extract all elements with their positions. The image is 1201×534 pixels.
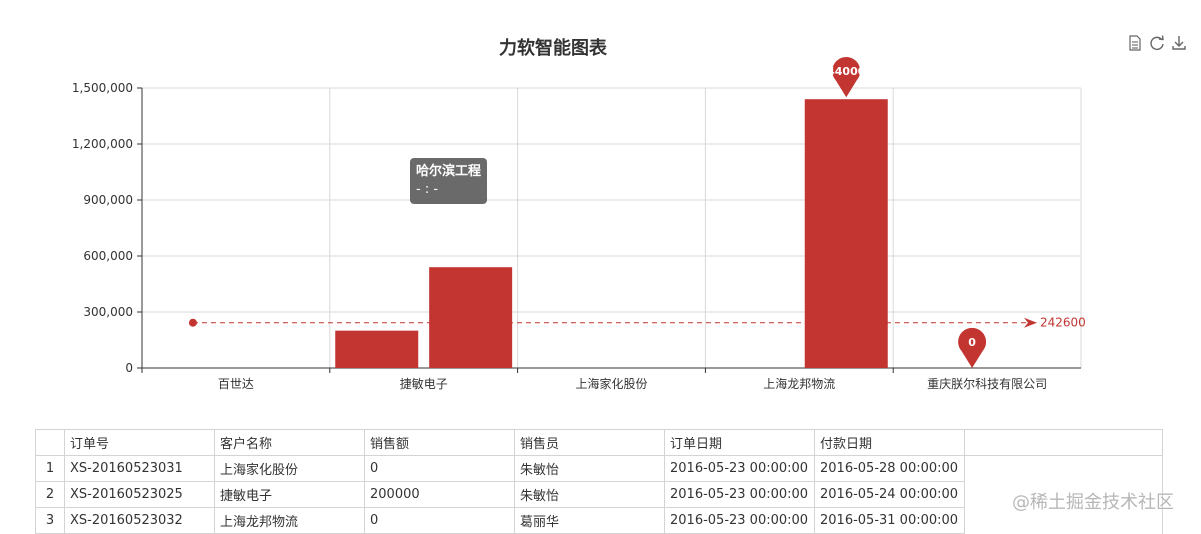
table-cell: 朱敏怡 <box>514 455 665 482</box>
table-cell: 上海家化股份 <box>214 455 365 482</box>
bar-chart: 0 300,000 600,000 900,000 1,200,000 1,500,000… <box>72 57 1086 391</box>
column-header[interactable]: 销售员 <box>514 429 665 456</box>
x-tick-label: 捷敏电子 <box>400 376 448 391</box>
y-tick-label: 1,200,000 <box>72 137 133 151</box>
table-cell: 朱敏怡 <box>514 481 665 508</box>
table-cell: 2016-05-23 00:00:00 <box>664 455 815 482</box>
bar <box>429 267 513 368</box>
table-cell: 2016-05-24 00:00:00 <box>814 481 965 508</box>
watermark: @稀土掘金技术社区 <box>1012 492 1174 513</box>
table-cell: 2016-05-31 00:00:00 <box>814 507 965 534</box>
table-header-row: 订单号 客户名称 销售额 销售员 订单日期 付款日期 <box>35 429 1163 456</box>
tooltip: 哈尔滨工程 - : - <box>410 158 488 204</box>
x-tick-label: 百世达 <box>218 377 254 391</box>
table-row[interactable]: 1 XS-20160523031 上海家化股份 0 朱敏怡 2016-05-23… <box>35 455 1163 534</box>
table-cell: XS-20160523031 <box>64 455 215 482</box>
y-tick-label: 600,000 <box>83 249 133 263</box>
table-cell: 2016-05-23 00:00:00 <box>664 481 815 508</box>
y-tick-label: 900,000 <box>83 193 133 207</box>
table-cell: 葛丽华 <box>514 507 665 534</box>
tooltip-title: 哈尔滨工程 <box>416 164 482 179</box>
y-tick-label: 1,500,000 <box>72 81 133 95</box>
table-cell: 捷敏电子 <box>214 481 365 508</box>
table-cell: 200000 <box>364 481 515 508</box>
rownum-header <box>35 429 65 456</box>
min-markpoint-label: 0 <box>968 336 976 349</box>
column-header[interactable]: 客户名称 <box>214 429 365 456</box>
x-tick-label: 上海家化股份 <box>575 376 647 391</box>
bar <box>335 330 419 368</box>
row-number: 2 <box>35 481 65 508</box>
table-cell: XS-20160523025 <box>64 481 215 508</box>
row-number: 3 <box>35 507 65 534</box>
x-tick-label: 重庆朕尔科技有限公司 <box>927 376 1047 391</box>
orders-table: 订单号 客户名称 销售额 销售员 订单日期 付款日期 1 XS-20160523… <box>35 429 1163 534</box>
table-cell: 上海龙邦物流 <box>214 507 365 534</box>
table-cell: 2016-05-23 00:00:00 <box>664 507 815 534</box>
markline-label: 242600 <box>1040 316 1086 330</box>
column-header[interactable]: 订单日期 <box>664 429 815 456</box>
column-header[interactable]: 付款日期 <box>814 429 965 456</box>
table-cell: 0 <box>364 507 515 534</box>
tooltip-value: - : - <box>416 182 439 197</box>
table-cell: 0 <box>364 455 515 482</box>
column-header[interactable]: 订单号 <box>64 429 215 456</box>
filler-header <box>964 429 1163 456</box>
x-tick-label: 上海龙邦物流 <box>763 376 835 391</box>
y-tick-label: 300,000 <box>83 305 133 319</box>
row-number: 1 <box>35 455 65 482</box>
table-cell: 2016-05-28 00:00:00 <box>814 455 965 482</box>
max-markpoint-label: 44000 <box>827 65 866 78</box>
bar <box>804 99 888 368</box>
y-tick-label: 0 <box>125 361 133 375</box>
table-cell: XS-20160523032 <box>64 507 215 534</box>
column-header[interactable]: 销售额 <box>364 429 515 456</box>
